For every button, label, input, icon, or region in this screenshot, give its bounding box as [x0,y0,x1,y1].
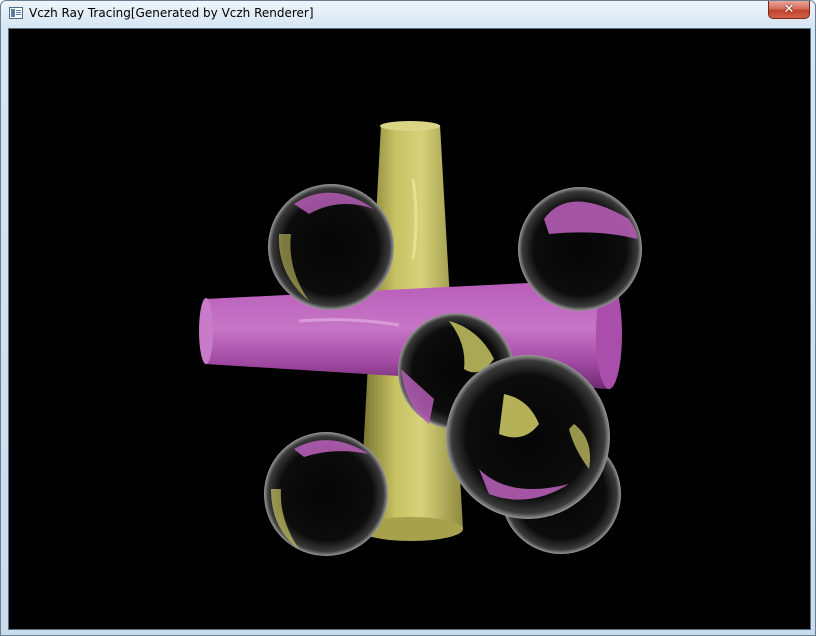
window-app-icon[interactable] [9,7,23,19]
app-window: Vczh Ray Tracing[Generated by Vczh Rende… [0,0,816,636]
close-button[interactable]: ✕ [768,1,810,19]
glass-sphere [264,432,388,556]
glass-sphere [446,355,610,519]
glass-sphere [268,184,394,310]
title-bar[interactable]: Vczh Ray Tracing[Generated by Vczh Rende… [1,1,815,27]
close-icon: ✕ [783,2,795,17]
window-title: Vczh Ray Tracing[Generated by Vczh Rende… [29,6,314,20]
ray-traced-scene [199,121,642,556]
glass-sphere [518,187,642,311]
render-canvas [8,28,811,630]
